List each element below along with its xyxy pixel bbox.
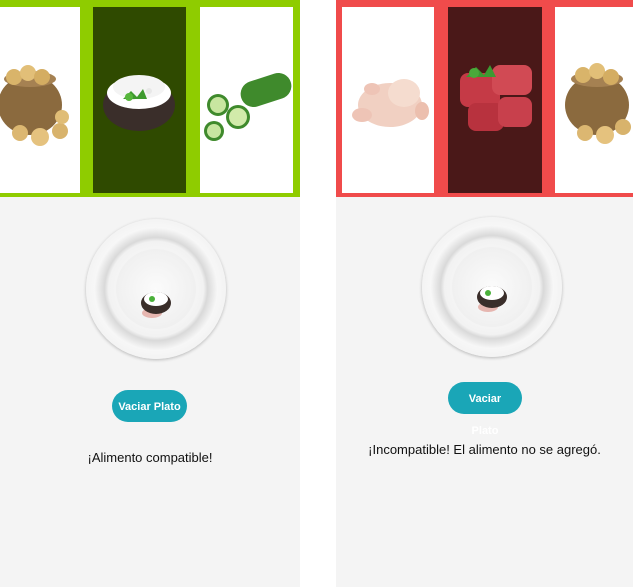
food-carousel [336, 0, 633, 197]
food-card-cucumber[interactable] [200, 7, 293, 193]
compatibility-message: ¡Alimento compatible! [87, 450, 213, 465]
potatoes-sack-icon [0, 65, 69, 146]
food-card-potatoes[interactable] [0, 7, 80, 193]
raw-meat-icon [460, 65, 532, 131]
food-card-chicken[interactable] [342, 7, 434, 193]
plate-food-item-icon [141, 292, 171, 318]
plate [422, 217, 562, 357]
food-card-rice[interactable] [93, 7, 186, 193]
food-carousel [0, 0, 300, 197]
empty-plate-button[interactable]: Vaciar Plato [112, 390, 187, 422]
plate [86, 219, 226, 359]
food-card-meat[interactable] [448, 7, 542, 193]
screen-incompatible: Vaciar Plato ¡Incompatible! El alimento … [336, 0, 633, 587]
potatoes-sack-icon [565, 63, 631, 144]
screen-compatible: Vaciar Plato ¡Alimento compatible! [0, 0, 300, 587]
compatibility-message: ¡Incompatible! El alimento no se agregó. [368, 442, 601, 457]
plate-food-item-icon [477, 286, 507, 312]
empty-plate-button[interactable]: Vaciar Plato [448, 382, 522, 437]
raw-chicken-icon [352, 79, 429, 127]
rice-bowl-icon [103, 75, 175, 131]
cucumber-icon [204, 72, 292, 141]
food-card-potatoes[interactable] [555, 7, 633, 193]
